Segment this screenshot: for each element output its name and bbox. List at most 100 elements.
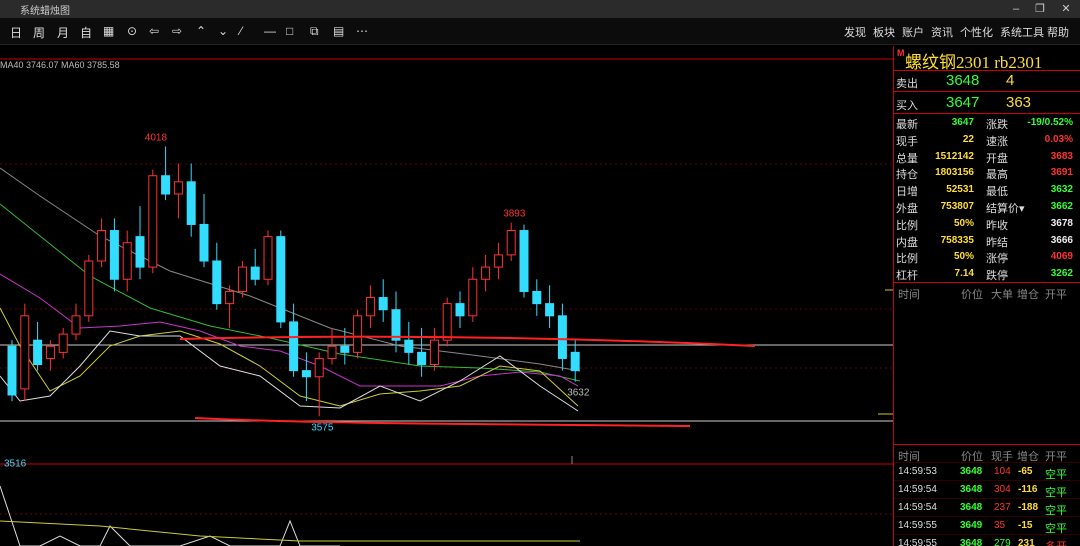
candlestick-chart[interactable]: 4018 3893 3575 3632 3516 xyxy=(0,46,893,546)
stat-label: 杠杆 xyxy=(896,270,918,283)
candle-body xyxy=(391,309,401,341)
stat-label-2: 涨跌 xyxy=(986,119,1008,131)
restore-button[interactable]: ❐ xyxy=(1032,1,1048,17)
block-col-oi: 增仓 xyxy=(1017,289,1039,301)
zoom-in-icon[interactable]: ⌃ xyxy=(196,24,206,38)
stat-row: 最新 3647 涨跌 -19/0.52% xyxy=(894,114,1080,131)
grid-icon[interactable]: ▦ xyxy=(103,24,114,38)
menu-6[interactable]: 帮助 xyxy=(1047,24,1069,40)
stat-label-2: 昨结 xyxy=(986,236,1008,249)
arrow-right-icon[interactable]: ⇨ xyxy=(172,24,182,38)
tick-row: 14:59:55 3648 279 231 多开 xyxy=(894,534,1080,546)
ma10-line xyxy=(0,307,579,407)
stat-label-2: 最高 xyxy=(986,169,1008,182)
tick-row: 14:59:53 3648 104 -65 空平 xyxy=(894,462,1080,481)
instrument-title: M 螺纹钢2301 rb2301 xyxy=(894,46,1080,72)
draw-line-icon[interactable]: ⁄ xyxy=(240,24,242,38)
tick-time: 14:59:54 xyxy=(898,484,937,495)
block-col-price: 价位 xyxy=(961,289,983,301)
block-col-big: 大单 xyxy=(991,289,1013,301)
period-custom-button[interactable]: 自 xyxy=(80,24,92,41)
stat-label: 日增 xyxy=(896,186,918,199)
candle-body xyxy=(519,230,529,292)
candle-body xyxy=(289,321,299,372)
stat-value-2: 3632 xyxy=(1050,184,1073,196)
volume-line xyxy=(0,485,340,546)
candle-body xyxy=(545,303,555,317)
candle-body xyxy=(442,303,452,341)
stat-row: 总量 1512142 开盘 3683 xyxy=(894,148,1080,165)
candle-body xyxy=(20,315,30,390)
stat-value-2: 3662 xyxy=(1050,201,1073,212)
stat-value-2: -19/0.52% xyxy=(1027,117,1073,128)
menu-1[interactable]: 板块 xyxy=(873,24,895,40)
candle-body xyxy=(404,339,414,353)
bid-row: 买入 3647 363 xyxy=(894,92,1080,113)
hline-icon[interactable]: — xyxy=(264,24,276,38)
candle-body xyxy=(173,181,183,195)
tick-row: 14:59:55 3649 35 -15 空平 xyxy=(894,516,1080,535)
exchange-mark: M xyxy=(897,48,905,58)
menu-4[interactable]: 个性化 xyxy=(960,24,993,40)
tick-price: 3648 xyxy=(960,502,983,513)
candle-body xyxy=(429,339,439,366)
rect-icon[interactable]: □ xyxy=(286,24,293,38)
candle-body xyxy=(97,230,107,262)
stat-row: 比例 50% 昨收 3678 xyxy=(894,215,1080,232)
menu-0[interactable]: 发现 xyxy=(844,24,866,40)
tick-type: 多开 xyxy=(1045,538,1067,546)
ask-row: 卖出 3648 4 xyxy=(894,70,1080,91)
drawn-support-line xyxy=(194,417,691,427)
tick-oi: -65 xyxy=(1018,466,1033,477)
arrow-left-icon[interactable]: ⇦ xyxy=(149,24,159,38)
candle-body xyxy=(263,236,273,280)
title-bar: 系统蜡烛图 – ❐ ✕ xyxy=(0,0,1080,18)
stat-value-2: 4069 xyxy=(1050,251,1073,263)
template-icon[interactable]: ⧉ xyxy=(310,24,319,39)
stat-value: 3647 xyxy=(951,117,974,128)
stat-value-2: 0.03% xyxy=(1044,133,1073,145)
period-week-button[interactable]: 周 xyxy=(33,24,45,41)
window-title: 系统蜡烛图 xyxy=(20,6,70,17)
stat-value: 50% xyxy=(953,217,974,229)
candle-body xyxy=(417,351,427,366)
stat-value-2: 3678 xyxy=(1050,217,1073,229)
candle-body xyxy=(212,260,222,305)
candle-body xyxy=(45,345,55,359)
close-button[interactable]: ✕ xyxy=(1058,1,1074,17)
candle-body xyxy=(7,345,17,396)
stat-label: 持仓 xyxy=(896,169,918,182)
candle-body xyxy=(71,315,81,335)
tick-volume: 35 xyxy=(994,520,1006,531)
candle-body xyxy=(33,339,43,366)
ma5-line xyxy=(0,330,579,412)
candle-body xyxy=(378,297,388,311)
crosshair-icon[interactable]: ⊙ xyxy=(127,24,137,38)
tick-time: 14:59:55 xyxy=(898,538,937,546)
period-day-button[interactable]: 日 xyxy=(10,24,22,41)
candle-body xyxy=(353,315,363,353)
minimize-button[interactable]: – xyxy=(1008,1,1024,17)
stat-row: 持仓 1803156 最高 3691 xyxy=(894,164,1080,181)
block-col-time: 时间 xyxy=(898,289,920,301)
zoom-out-icon[interactable]: ⌄ xyxy=(218,24,228,38)
menu-3[interactable]: 资讯 xyxy=(931,24,953,40)
candle-body xyxy=(186,181,196,225)
tick-price: 3648 xyxy=(960,538,983,546)
menu-5[interactable]: 系统工具 xyxy=(1000,24,1044,40)
tick-volume: 304 xyxy=(994,484,1011,495)
candle-body xyxy=(237,266,247,292)
menu-2[interactable]: 账户 xyxy=(902,24,924,40)
chart-area[interactable]: 4018 3893 3575 3632 3516 MA40 3746.07 MA60 3… xyxy=(0,46,893,546)
candle-body xyxy=(570,351,580,372)
tick-time: 14:59:54 xyxy=(898,502,937,513)
period-month-button[interactable]: 月 xyxy=(57,24,69,41)
price-annotation: 3893 xyxy=(503,209,526,220)
stat-value: 50% xyxy=(953,251,974,263)
candle-body xyxy=(327,345,337,359)
tick-price: 3648 xyxy=(960,484,983,495)
price-annotation: 3632 xyxy=(567,388,590,399)
stat-value: 758335 xyxy=(940,234,974,246)
more-icon[interactable]: ⋯ xyxy=(356,24,368,38)
indicator-icon[interactable]: ▤ xyxy=(333,24,344,38)
